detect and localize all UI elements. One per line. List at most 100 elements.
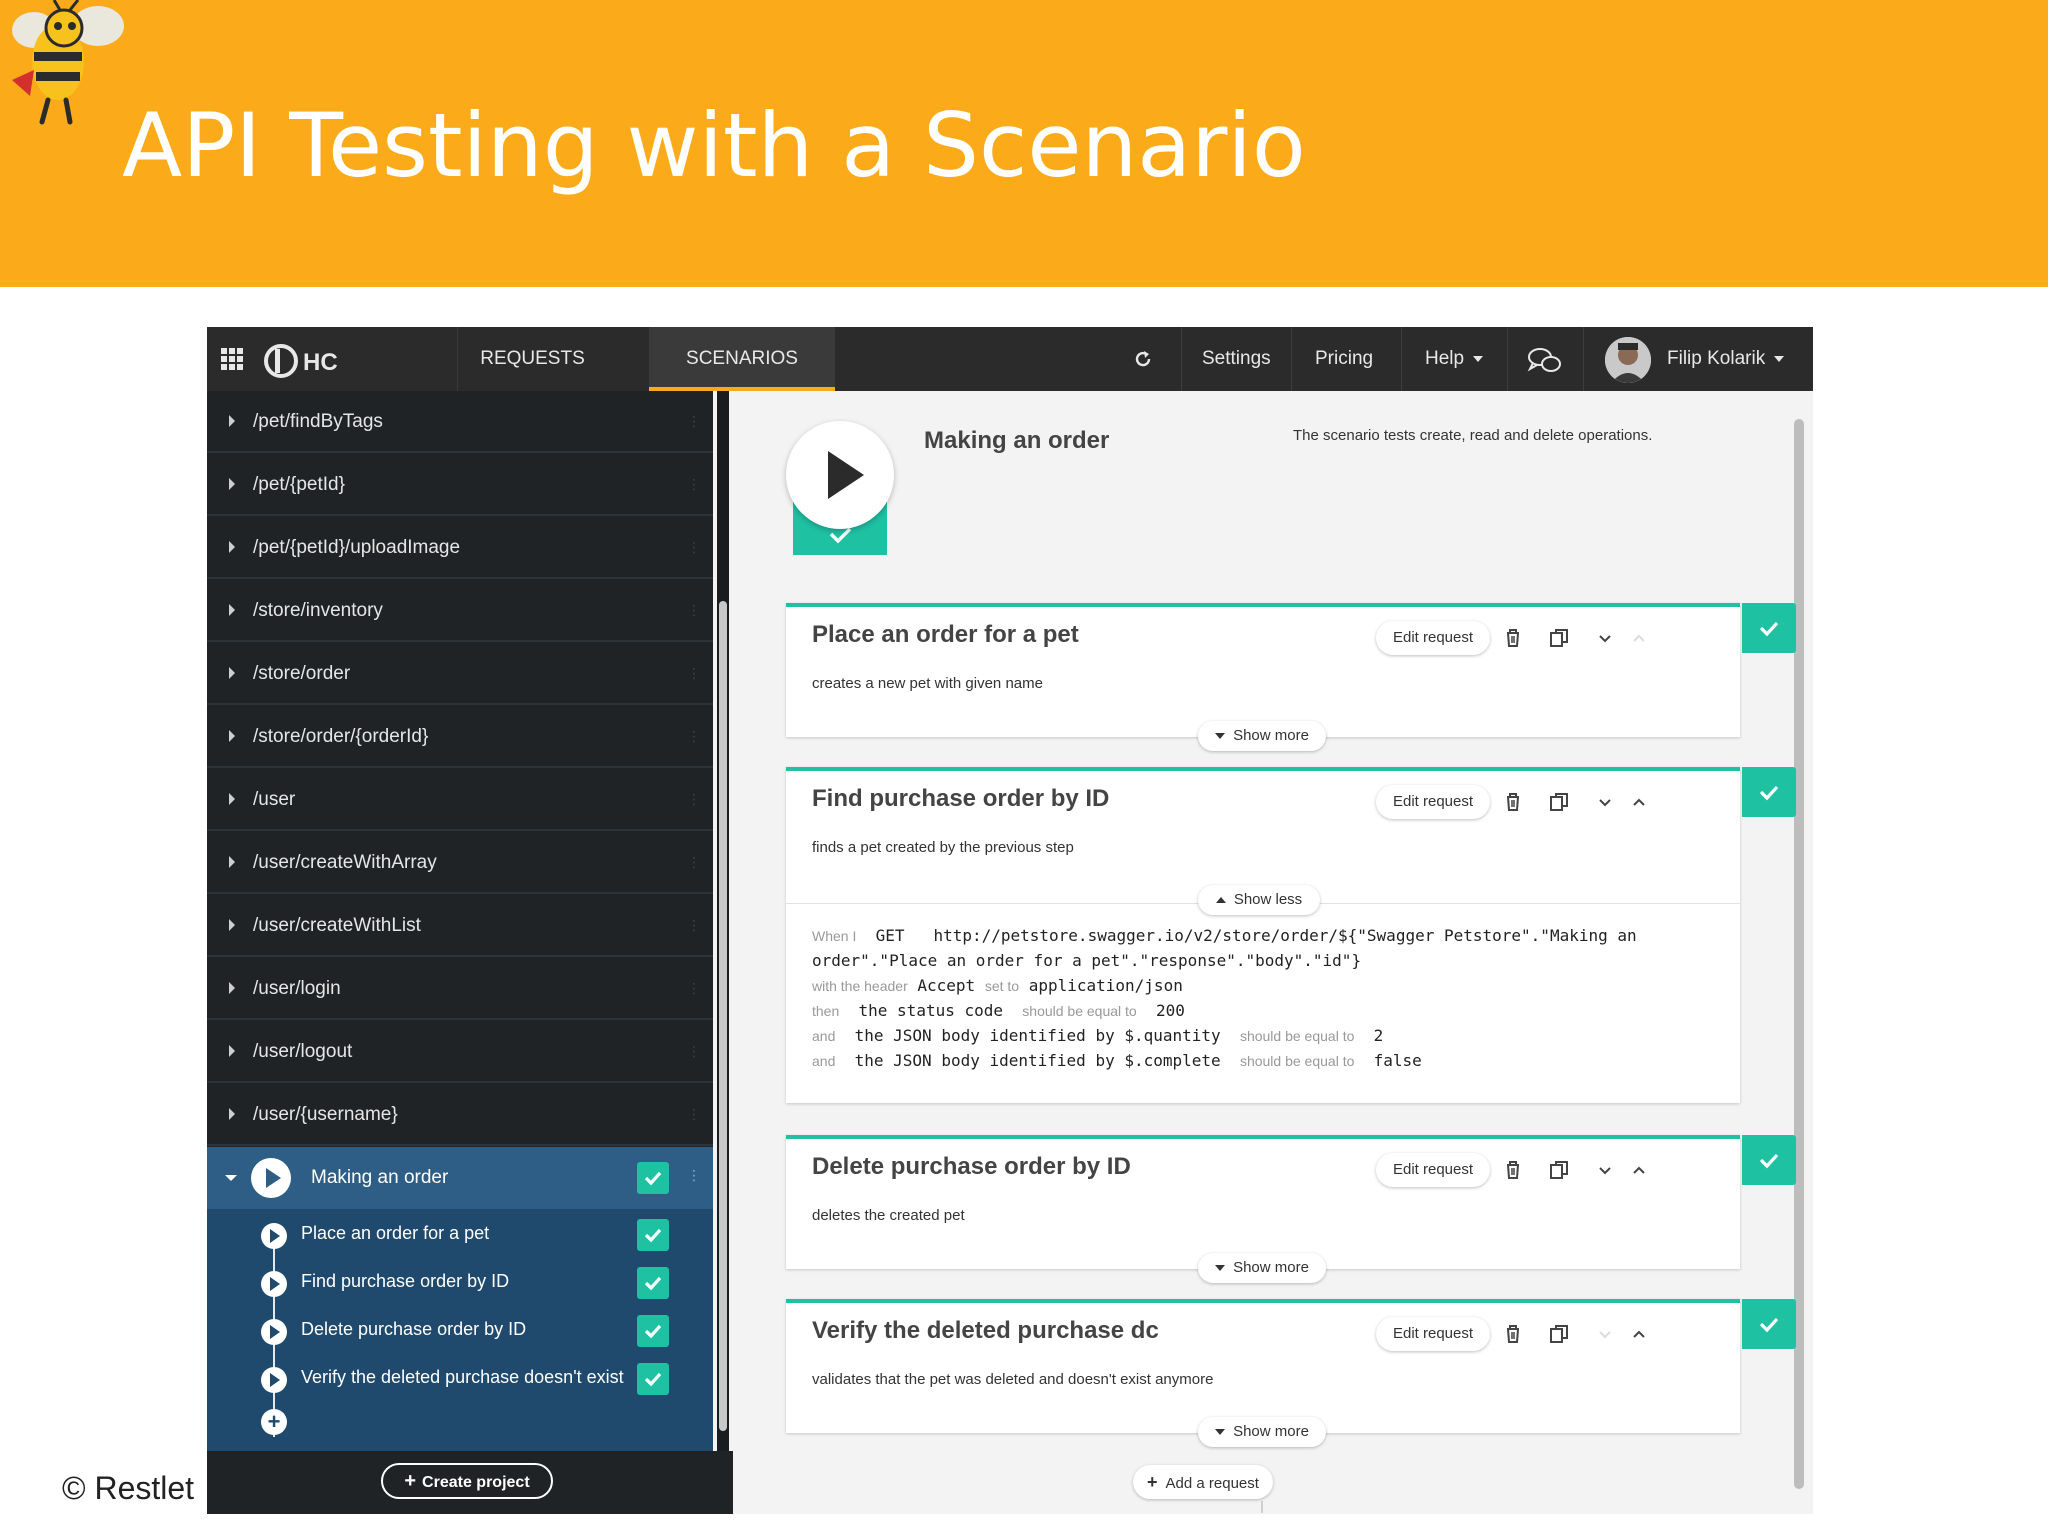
- toggle-label: Show more: [1233, 1259, 1309, 1276]
- caret-down-icon: [1215, 1429, 1226, 1436]
- sidebar-footer: + Create project: [207, 1451, 733, 1514]
- caret-right-icon: [229, 415, 235, 427]
- step-status-check: [1742, 767, 1796, 817]
- duplicate-icon[interactable]: [1548, 627, 1570, 649]
- nav-help[interactable]: Help: [1425, 327, 1484, 391]
- sidebar-item-pet-uploadimage[interactable]: /pet/{petId}/uploadImage ⋮: [207, 517, 713, 579]
- step-item-delete-order[interactable]: Delete purchase order by ID: [207, 1307, 713, 1355]
- request-details: When I GET http://petstore.swagger.io/v2…: [786, 903, 1740, 1103]
- more-icon[interactable]: ⋮: [687, 980, 701, 997]
- step-item-place-order[interactable]: Place an order for a pet: [207, 1211, 713, 1259]
- trash-icon[interactable]: [1502, 1159, 1524, 1181]
- sidebar-item-user-createwitharray[interactable]: /user/createWithArray ⋮: [207, 832, 713, 894]
- scenario-title: Making an order: [924, 427, 1110, 454]
- caret-down-icon: [1215, 1265, 1226, 1272]
- more-icon[interactable]: ⋮: [687, 917, 701, 934]
- sidebar-item-pet-findbytags[interactable]: /pet/findByTags ⋮: [207, 391, 713, 453]
- sidebar-item-label: /user/logout: [253, 1041, 353, 1062]
- play-icon[interactable]: [251, 1158, 291, 1198]
- edit-request-button[interactable]: Edit request: [1376, 1153, 1490, 1187]
- play-icon[interactable]: [261, 1223, 287, 1249]
- more-icon[interactable]: ⋮: [687, 413, 701, 430]
- user-menu[interactable]: Filip Kolarik: [1667, 327, 1785, 391]
- show-more-button[interactable]: Show more: [1198, 1417, 1326, 1447]
- more-icon[interactable]: ⋮: [687, 854, 701, 871]
- chevron-up-icon[interactable]: [1628, 1159, 1650, 1181]
- sidebar-item-pet-petid[interactable]: /pet/{petId} ⋮: [207, 454, 713, 516]
- dhc-logo[interactable]: HC: [263, 341, 363, 381]
- caret-down-icon[interactable]: [225, 1175, 237, 1181]
- http-method: GET: [875, 926, 905, 945]
- edit-request-button[interactable]: Edit request: [1376, 785, 1490, 819]
- more-icon[interactable]: ⋮: [687, 1043, 701, 1060]
- more-icon[interactable]: ⋮: [687, 791, 701, 808]
- chevron-down-icon[interactable]: [1594, 791, 1616, 813]
- step-card-verify-deleted: Verify the deleted purchase dc validates…: [786, 1299, 1740, 1447]
- tab-requests[interactable]: REQUESTS: [457, 327, 607, 391]
- duplicate-icon[interactable]: [1548, 1159, 1570, 1181]
- code-line-status: then the status code should be equal to …: [812, 1001, 1185, 1020]
- sidebar-item-user-username[interactable]: /user/{username} ⋮: [207, 1084, 713, 1146]
- header-name: Accept: [917, 976, 976, 995]
- trash-icon[interactable]: [1502, 627, 1524, 649]
- edit-request-button[interactable]: Edit request: [1376, 1317, 1490, 1351]
- sidebar-scenario-making-an-order[interactable]: Making an order ⋮: [207, 1147, 713, 1209]
- sidebar-item-user-createwithlist[interactable]: /user/createWithList ⋮: [207, 895, 713, 957]
- step-card-find-order: Find purchase order by ID finds a pet cr…: [786, 767, 1740, 1103]
- caret-down-icon: [1774, 355, 1785, 362]
- tab-scenarios[interactable]: SCENARIOS: [649, 327, 835, 391]
- create-project-button[interactable]: + Create project: [381, 1463, 553, 1499]
- top-navbar: HC REQUESTS SCENARIOS Settings Pricing H…: [207, 327, 1813, 391]
- more-icon[interactable]: ⋮: [687, 728, 701, 745]
- caret-right-icon: [229, 1045, 235, 1057]
- sidebar-item-user[interactable]: /user ⋮: [207, 769, 713, 831]
- scenario-panel: Making an order The scenario tests creat…: [733, 391, 1813, 1514]
- scrollbar-thumb[interactable]: [719, 601, 727, 1431]
- duplicate-icon[interactable]: [1548, 791, 1570, 813]
- play-icon[interactable]: [261, 1367, 287, 1393]
- sidebar-item-user-login[interactable]: /user/login ⋮: [207, 958, 713, 1020]
- step-label: Place an order for a pet: [301, 1223, 490, 1243]
- apps-grid-icon[interactable]: [221, 348, 243, 370]
- play-icon[interactable]: [261, 1271, 287, 1297]
- nav-settings[interactable]: Settings: [1202, 327, 1271, 391]
- trash-icon[interactable]: [1502, 1323, 1524, 1345]
- chat-icon[interactable]: [1527, 345, 1563, 375]
- caret-right-icon: [229, 919, 235, 931]
- trash-icon[interactable]: [1502, 791, 1524, 813]
- show-more-button[interactable]: Show more: [1198, 1253, 1326, 1283]
- more-icon[interactable]: ⋮: [687, 1167, 701, 1184]
- more-icon[interactable]: ⋮: [687, 539, 701, 556]
- code-line-quantity: and the JSON body identified by $.quanti…: [812, 1026, 1383, 1045]
- chevron-up-icon[interactable]: [1628, 1323, 1650, 1345]
- add-request-label: Add a request: [1165, 1475, 1259, 1492]
- refresh-icon[interactable]: [1133, 349, 1153, 369]
- more-icon[interactable]: ⋮: [687, 476, 701, 493]
- more-icon[interactable]: ⋮: [687, 1106, 701, 1123]
- sidebar-item-store-order[interactable]: /store/order ⋮: [207, 643, 713, 705]
- nav-pricing[interactable]: Pricing: [1315, 327, 1373, 391]
- scenario-label: Making an order: [311, 1167, 449, 1188]
- add-request-button[interactable]: + Add a request: [1133, 1465, 1273, 1499]
- more-icon[interactable]: ⋮: [687, 665, 701, 682]
- sidebar-item-store-order-orderid[interactable]: /store/order/{orderId} ⋮: [207, 706, 713, 768]
- sidebar-item-user-logout[interactable]: /user/logout ⋮: [207, 1021, 713, 1083]
- sidebar-scrollbar[interactable]: [717, 391, 729, 1451]
- more-icon[interactable]: ⋮: [687, 602, 701, 619]
- step-item-find-order[interactable]: Find purchase order by ID: [207, 1259, 713, 1307]
- user-avatar[interactable]: [1605, 337, 1651, 383]
- edit-request-button[interactable]: Edit request: [1376, 621, 1490, 655]
- sidebar-item-store-inventory[interactable]: /store/inventory ⋮: [207, 580, 713, 642]
- duplicate-icon[interactable]: [1548, 1323, 1570, 1345]
- show-more-button[interactable]: Show more: [1198, 721, 1326, 751]
- add-step-icon[interactable]: +: [261, 1409, 287, 1435]
- chevron-down-icon[interactable]: [1594, 1159, 1616, 1181]
- chevron-down-icon[interactable]: [1594, 627, 1616, 649]
- nav-separator: [1181, 327, 1182, 391]
- play-icon[interactable]: [261, 1319, 287, 1345]
- card-title: Verify the deleted purchase dc: [812, 1317, 1159, 1344]
- step-item-verify-deleted[interactable]: Verify the deleted purchase doesn't exis…: [207, 1355, 713, 1403]
- run-scenario-play-icon[interactable]: [786, 421, 894, 529]
- show-less-button[interactable]: Show less: [1198, 885, 1320, 915]
- chevron-up-icon[interactable]: [1628, 791, 1650, 813]
